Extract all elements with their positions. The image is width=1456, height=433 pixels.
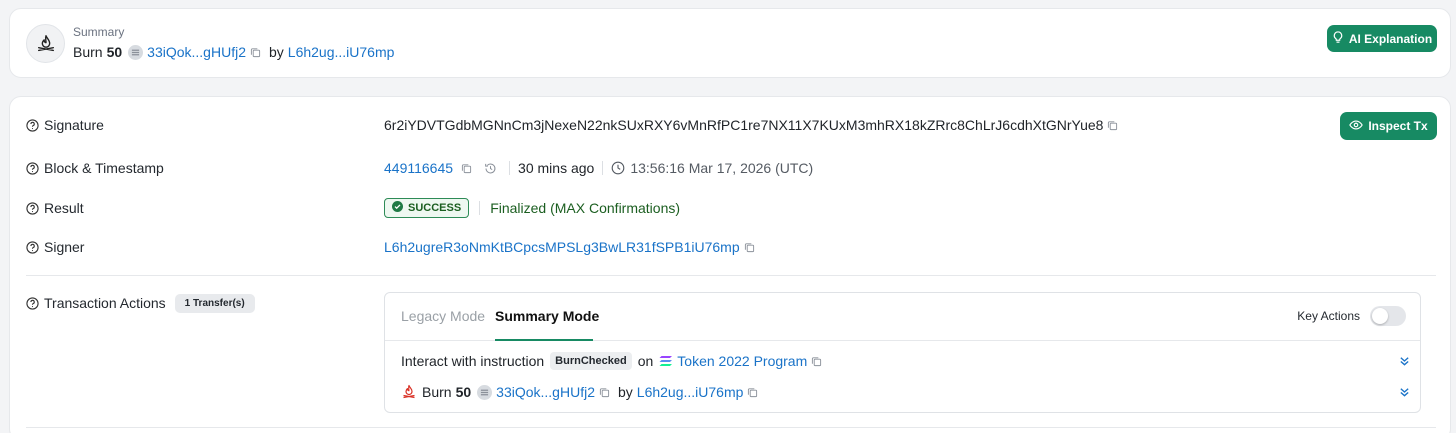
instruction-line: Interact with instruction BurnChecked on… bbox=[401, 351, 826, 371]
result-row: Result SUCCESS Finalized (MAX Confirmati… bbox=[10, 197, 1450, 219]
burn-icon bbox=[26, 24, 65, 63]
signer-label-text: Signer bbox=[44, 239, 85, 255]
summary-label: Summary bbox=[73, 25, 125, 39]
program-link[interactable]: Token 2022 Program bbox=[677, 353, 807, 369]
summary-line: Burn 50 33iQok...gHUfj2 by L6h2ug...iU76… bbox=[73, 43, 394, 61]
help-icon[interactable] bbox=[26, 240, 39, 254]
summary-amount: 50 bbox=[106, 44, 123, 60]
transfer-count-badge: 1 Transfer(s) bbox=[174, 293, 255, 313]
block-label-text: Block & Timestamp bbox=[44, 160, 164, 176]
summary-card: Summary Burn 50 33iQok...gHUfj2 by L6h2u… bbox=[9, 8, 1451, 78]
success-badge: SUCCESS bbox=[384, 198, 470, 218]
check-circle-icon bbox=[392, 201, 403, 215]
actions-label-text: Transaction Actions bbox=[44, 295, 166, 311]
burn-by: by bbox=[617, 384, 633, 400]
signature-value: 6r2iYDVTGdbMGNnCm3jNexeN22nkSUxRXY6vMnRf… bbox=[384, 114, 1122, 136]
active-tab-indicator bbox=[495, 339, 593, 341]
fire-icon bbox=[401, 384, 417, 400]
inspect-tx-label: Inspect Tx bbox=[1368, 119, 1428, 133]
block-label: Block & Timestamp bbox=[26, 157, 164, 179]
help-icon[interactable] bbox=[26, 296, 39, 310]
separator bbox=[479, 201, 481, 215]
ai-explanation-label: AI Explanation bbox=[1348, 31, 1433, 46]
chevron-double-down-icon[interactable] bbox=[1399, 386, 1410, 398]
burn-action: Burn bbox=[422, 384, 452, 400]
token-icon bbox=[477, 384, 493, 400]
copy-icon[interactable] bbox=[744, 242, 755, 253]
copy-icon[interactable] bbox=[1107, 120, 1118, 131]
chevron-double-down-icon[interactable] bbox=[1399, 355, 1410, 367]
help-icon[interactable] bbox=[26, 161, 39, 175]
copy-icon[interactable] bbox=[811, 356, 822, 367]
key-actions-label: Key Actions bbox=[1297, 309, 1360, 323]
help-icon[interactable] bbox=[26, 201, 39, 215]
burn-line: Burn 50 33iQok...gHUfj2 by L6h2ug...iU76… bbox=[401, 382, 762, 402]
ai-explanation-button[interactable]: AI Explanation bbox=[1327, 25, 1437, 52]
copy-icon[interactable] bbox=[747, 387, 758, 398]
burn-amount: 50 bbox=[455, 384, 472, 400]
separator bbox=[509, 161, 511, 175]
key-actions-toggle-group: Key Actions bbox=[1297, 306, 1406, 326]
instruction-badge: BurnChecked bbox=[550, 352, 632, 370]
instruction-on: on bbox=[637, 353, 654, 369]
block-relative-time: 30 mins ago bbox=[518, 160, 595, 176]
tab-legacy-mode[interactable]: Legacy Mode bbox=[401, 308, 485, 324]
eye-icon bbox=[1349, 119, 1364, 134]
result-value: SUCCESS Finalized (MAX Confirmations) bbox=[384, 197, 680, 219]
instruction-prefix: Interact with instruction bbox=[401, 353, 545, 369]
signature-text: 6r2iYDVTGdbMGNnCm3jNexeN22nkSUxRXY6vMnRf… bbox=[384, 117, 1104, 133]
block-row: Block & Timestamp 449116645 30 mins ago … bbox=[10, 157, 1450, 179]
mode-tabs: Legacy Mode Summary Mode Key Actions bbox=[385, 293, 1420, 341]
block-number-link[interactable]: 449116645 bbox=[384, 160, 453, 176]
signer-label: Signer bbox=[26, 236, 84, 258]
toggle-knob bbox=[1372, 308, 1388, 324]
block-value: 449116645 30 mins ago 13:56:16 Mar 17, 2… bbox=[384, 157, 813, 179]
token-icon bbox=[128, 44, 144, 60]
lightbulb-icon bbox=[1332, 30, 1344, 47]
summary-token-link[interactable]: 33iQok...gHUfj2 bbox=[147, 44, 246, 60]
copy-icon[interactable] bbox=[250, 47, 261, 58]
divider bbox=[26, 427, 1436, 428]
signature-row: Signature 6r2iYDVTGdbMGNnCm3jNexeN22nkSU… bbox=[10, 112, 1450, 140]
copy-icon[interactable] bbox=[461, 163, 472, 174]
burn-token-link[interactable]: 33iQok...gHUfj2 bbox=[496, 384, 595, 400]
result-label-text: Result bbox=[44, 200, 84, 216]
key-actions-toggle[interactable] bbox=[1370, 306, 1406, 326]
summary-by: by bbox=[268, 44, 284, 60]
divider bbox=[26, 275, 1436, 276]
block-timestamp: 13:56:16 Mar 17, 2026 (UTC) bbox=[630, 160, 814, 176]
actions-label: Transaction Actions 1 Transfer(s) bbox=[26, 292, 255, 314]
summary-signer-link[interactable]: L6h2ug...iU76mp bbox=[288, 44, 395, 60]
signer-row: Signer L6h2ugreR3oNmKtBCpcsMPSLg3BwLR31f… bbox=[10, 236, 1450, 258]
clock-icon bbox=[611, 161, 625, 175]
burn-signer-link[interactable]: L6h2ug...iU76mp bbox=[637, 384, 744, 400]
tab-summary-mode[interactable]: Summary Mode bbox=[495, 308, 599, 324]
help-icon[interactable] bbox=[26, 118, 39, 132]
success-text: SUCCESS bbox=[408, 202, 462, 214]
result-label: Result bbox=[26, 197, 84, 219]
separator bbox=[602, 161, 604, 175]
summary-action: Burn bbox=[73, 44, 103, 60]
signature-label-text: Signature bbox=[44, 117, 104, 133]
signer-value: L6h2ugreR3oNmKtBCpcsMPSLg3BwLR31fSPB1iU7… bbox=[384, 236, 759, 258]
solana-icon bbox=[659, 355, 673, 367]
finality-text: Finalized (MAX Confirmations) bbox=[490, 200, 681, 216]
actions-panel: Legacy Mode Summary Mode Key Actions Int… bbox=[384, 292, 1421, 413]
signature-label: Signature bbox=[26, 114, 104, 136]
copy-icon[interactable] bbox=[599, 387, 610, 398]
signer-link[interactable]: L6h2ugreR3oNmKtBCpcsMPSLg3BwLR31fSPB1iU7… bbox=[384, 239, 740, 255]
details-card: Signature 6r2iYDVTGdbMGNnCm3jNexeN22nkSU… bbox=[9, 96, 1451, 433]
inspect-tx-button[interactable]: Inspect Tx bbox=[1340, 112, 1437, 140]
history-icon[interactable] bbox=[484, 162, 497, 175]
